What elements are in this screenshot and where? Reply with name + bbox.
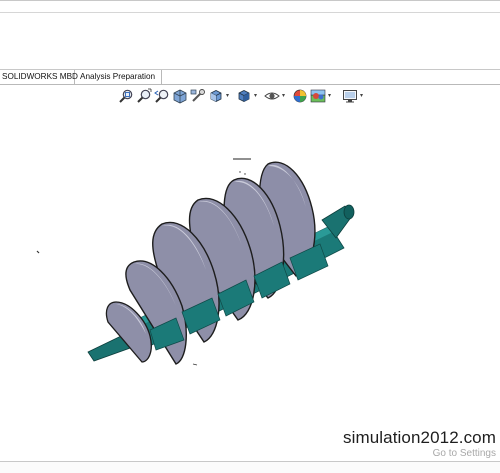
display-style-dropdown-icon[interactable]: ▾ xyxy=(254,92,260,100)
tab-analysis-preparation[interactable]: Analysis Preparation xyxy=(75,70,162,85)
view-settings-icon[interactable] xyxy=(342,88,358,104)
windows-activation-notice: Go to Settings xyxy=(432,448,496,459)
zoom-to-fit-icon[interactable] xyxy=(118,88,134,104)
dynamic-annotation-views-icon[interactable] xyxy=(190,88,206,104)
display-style-icon[interactable] xyxy=(236,88,252,104)
watermark-text: simulation2012.com xyxy=(343,428,496,447)
command-manager-area xyxy=(0,0,500,70)
previous-view-icon[interactable] xyxy=(154,88,170,104)
apply-scene-icon[interactable] xyxy=(310,88,326,104)
auger-model xyxy=(36,158,355,366)
status-bar xyxy=(0,461,500,473)
origin-mark-2 xyxy=(244,173,246,175)
command-manager-tabs: SOLIDWORKS MBD Analysis Preparation xyxy=(0,70,500,85)
hide-show-dropdown-icon[interactable]: ▾ xyxy=(282,92,288,100)
view-orientation-icon[interactable] xyxy=(208,88,224,104)
ribbon-divider xyxy=(0,12,500,13)
tab-solidworks-mbd[interactable]: SOLIDWORKS MBD xyxy=(0,70,78,85)
origin-mark xyxy=(239,171,241,173)
view-settings-dropdown-icon[interactable]: ▾ xyxy=(360,92,366,100)
reference-mark-2 xyxy=(192,363,198,366)
hide-show-items-icon[interactable] xyxy=(264,88,280,104)
reference-mark xyxy=(36,250,40,254)
shaft-end-face xyxy=(343,204,355,220)
view-orientation-dropdown-icon[interactable]: ▾ xyxy=(226,92,232,100)
auger-flights xyxy=(105,161,316,365)
graphics-area[interactable] xyxy=(0,106,500,461)
apply-scene-dropdown-icon[interactable]: ▾ xyxy=(328,92,334,100)
edit-appearance-icon[interactable] xyxy=(292,88,308,104)
section-view-icon[interactable] xyxy=(172,88,188,104)
zoom-to-area-icon[interactable] xyxy=(136,88,152,104)
